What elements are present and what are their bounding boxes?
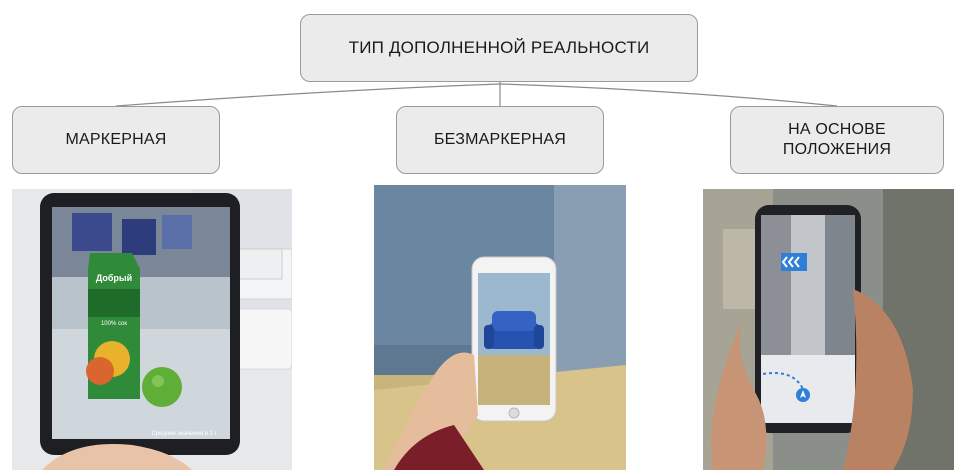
connector-to-markernaya — [115, 83, 501, 107]
root-node-label: ТИП ДОПОЛНЕННОЙ РЕАЛЬНОСТИ — [348, 38, 650, 57]
connector-to-location — [499, 83, 838, 107]
photo-location-ar-phone — [703, 189, 954, 470]
tablet-device: Добрый 100% сок Средние значения в 1 г — [40, 193, 240, 455]
branch-node-marker: МАРКЕРНАЯ — [12, 106, 220, 174]
photo-markerless-ar-phone — [374, 185, 626, 470]
photo-marker-ar-tablet: Добрый 100% сок Средние значения в 1 г — [12, 189, 292, 470]
branch-node-label: МАРКЕРНАЯ — [65, 131, 167, 148]
armchair-icon — [484, 311, 544, 349]
navigation-arrow-icon — [796, 388, 810, 402]
branch-node-label: НА ОСНОВЕ ПОЛОЖЕНИЯ — [782, 121, 892, 158]
carton-label-brand: Добрый — [96, 273, 132, 283]
branch-node-label: БЕЗМАРКЕРНАЯ — [433, 131, 566, 148]
smartphone-device — [471, 256, 557, 422]
smartphone-device — [755, 205, 861, 433]
branch-node-markerless: БЕЗМАРКЕРНАЯ — [396, 106, 604, 174]
root-node-ar-type: ТИП ДОПОЛНЕННОЙ РЕАЛЬНОСТИ — [300, 14, 698, 82]
juice-carton: Добрый 100% сок — [86, 253, 140, 399]
branch-node-location-based: НА ОСНОВЕ ПОЛОЖЕНИЯ — [730, 106, 944, 174]
carton-label-sub: 100% сок — [101, 321, 127, 327]
photo-footnote: Средние значения в 1 г — [152, 431, 218, 437]
